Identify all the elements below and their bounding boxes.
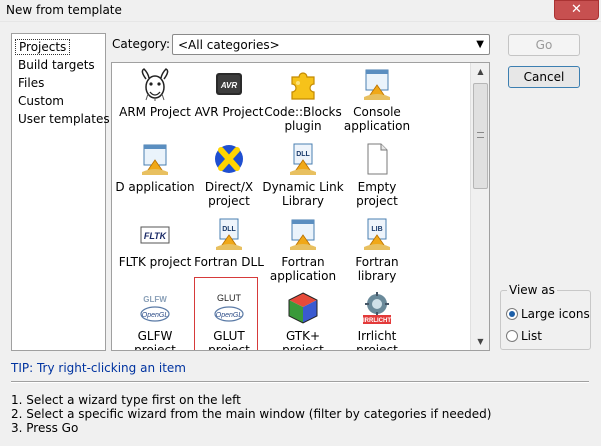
template-avr-project[interactable]: AVR AVR Project bbox=[191, 67, 265, 137]
dll-icon: DLL bbox=[216, 218, 242, 250]
category-label: Category: bbox=[112, 37, 170, 51]
template-fortran-application[interactable]: Fortran application bbox=[265, 217, 339, 287]
template-label: ARM Project bbox=[119, 105, 191, 119]
template-label-line1: GLFW bbox=[137, 329, 173, 343]
irrlicht-icon-text: IRRLICHT bbox=[363, 318, 391, 324]
irrlicht-icon: IRRLICHT bbox=[363, 292, 391, 324]
template-d-application[interactable]: D application bbox=[115, 142, 195, 212]
template-label-line1: Irrlicht bbox=[357, 329, 397, 343]
grip-icon bbox=[477, 132, 484, 138]
fltk-icon-text: FLTK bbox=[144, 231, 168, 241]
list-label[interactable]: List bbox=[521, 329, 542, 343]
wizard-type-list[interactable]: Projects Build targets Files Custom User… bbox=[11, 33, 110, 351]
template-label-line2: project bbox=[134, 343, 176, 351]
wizard-type-user-templates[interactable]: User templates bbox=[15, 111, 113, 127]
scroll-up-icon[interactable]: ▲ bbox=[471, 63, 490, 80]
console-app-icon bbox=[364, 69, 390, 100]
template-label: D application bbox=[115, 180, 195, 194]
wizard-type-build-targets[interactable]: Build targets bbox=[15, 57, 98, 73]
instruction-line-3: 3. Press Go bbox=[11, 421, 79, 435]
cancel-button[interactable]: Cancel bbox=[508, 66, 580, 88]
category-select[interactable]: <All categories> ▼ bbox=[172, 34, 490, 55]
template-label-line1: Console bbox=[353, 105, 401, 119]
template-label-line1: Dynamic Link bbox=[262, 180, 344, 194]
template-dynamic-link-library[interactable]: DLL Dynamic Link Library bbox=[262, 142, 344, 212]
puzzle-piece-icon bbox=[291, 72, 315, 100]
template-label-line1: Code::Blocks bbox=[264, 105, 342, 119]
template-fortran-library[interactable]: LIB Fortran library bbox=[339, 217, 413, 287]
template-directx-project[interactable]: Direct/X project bbox=[191, 142, 265, 212]
template-gtk-project[interactable]: GTK+ project bbox=[265, 291, 339, 350]
view-as-group: View as Large icons List bbox=[500, 283, 591, 350]
template-label: AVR Project bbox=[194, 105, 264, 119]
gnu-head-icon bbox=[141, 68, 169, 101]
title-bar: New from template ✕ bbox=[0, 0, 601, 22]
lib-icon: LIB bbox=[364, 218, 390, 250]
template-label-line2: plugin bbox=[284, 119, 322, 133]
template-label-line2: project bbox=[356, 194, 398, 208]
template-label: FLTK project bbox=[118, 255, 192, 269]
gtk-cube-icon bbox=[288, 292, 318, 324]
fltk-icon: FLTK bbox=[140, 226, 170, 244]
template-grid-scrollbar[interactable]: ▲ ▼ bbox=[470, 63, 489, 350]
window-title: New from template bbox=[6, 3, 122, 17]
template-label: Fortran DLL bbox=[194, 255, 264, 269]
template-empty-project[interactable]: Empty project bbox=[339, 142, 413, 212]
list-radio[interactable] bbox=[506, 330, 518, 342]
view-as-title: View as bbox=[507, 283, 557, 297]
empty-file-icon bbox=[367, 143, 388, 175]
selected-template-highlight bbox=[194, 277, 258, 350]
glfw-icon-text: GLFW bbox=[143, 295, 167, 304]
template-console-application[interactable]: Console application bbox=[339, 67, 413, 137]
template-label-line1: Direct/X bbox=[204, 180, 254, 194]
dll-icon-text: DLL bbox=[296, 151, 310, 158]
lib-icon-text: LIB bbox=[371, 226, 382, 233]
template-codeblocks-plugin[interactable]: Code::Blocks plugin bbox=[264, 67, 342, 137]
wizard-type-files[interactable]: Files bbox=[15, 75, 47, 91]
divider bbox=[11, 381, 589, 383]
scroll-down-icon[interactable]: ▼ bbox=[471, 333, 490, 350]
go-button[interactable]: Go bbox=[508, 34, 580, 56]
dll-icon-text: DLL bbox=[222, 226, 236, 233]
wizard-type-projects[interactable]: Projects bbox=[15, 39, 71, 55]
template-label-line2: project bbox=[356, 343, 398, 351]
glfw-opengl-icon: GLFW OpenGL bbox=[140, 295, 170, 322]
template-label-line1: Fortran bbox=[355, 255, 399, 269]
template-label-line1: Empty bbox=[357, 180, 397, 194]
template-label-line2: Library bbox=[282, 194, 324, 208]
dll-icon: DLL bbox=[290, 143, 316, 175]
directx-icon bbox=[215, 145, 243, 173]
window-app-icon bbox=[290, 219, 316, 250]
template-glfw-project[interactable]: GLFW OpenGL GLFW project bbox=[117, 291, 191, 350]
category-select-value: <All categories> bbox=[178, 38, 280, 52]
chevron-down-icon: ▼ bbox=[476, 39, 484, 50]
instruction-line-2: 2. Select a specific wizard from the mai… bbox=[11, 407, 492, 421]
template-irrlicht-project[interactable]: IRRLICHT Irrlicht project bbox=[339, 291, 413, 350]
template-arm-project[interactable]: ARM Project bbox=[117, 67, 191, 137]
window-app-icon bbox=[142, 144, 168, 175]
wizard-type-custom[interactable]: Custom bbox=[15, 93, 67, 109]
large-icons-label[interactable]: Large icons bbox=[521, 307, 590, 321]
tip-text: TIP: Try right-clicking an item bbox=[11, 361, 186, 375]
avr-chip-text: AVR bbox=[220, 81, 238, 90]
large-icons-radio[interactable] bbox=[506, 308, 518, 320]
avr-chip-icon: AVR bbox=[216, 73, 242, 95]
template-label-line2: project bbox=[208, 194, 250, 208]
template-fltk-project[interactable]: FLTK FLTK project bbox=[117, 217, 191, 287]
close-button[interactable]: ✕ bbox=[554, 0, 599, 20]
template-grid[interactable]: ARM Project AVR AVR Project Code::Blocks… bbox=[111, 62, 490, 351]
instruction-line-1: 1. Select a wizard type first on the lef… bbox=[11, 393, 241, 407]
opengl-icon-text: OpenGL bbox=[142, 312, 169, 319]
template-label-line2: application bbox=[343, 119, 411, 133]
template-label-line2: library bbox=[357, 269, 397, 283]
template-label-line1: GTK+ bbox=[285, 329, 321, 343]
close-icon: ✕ bbox=[571, 2, 582, 17]
template-label-line2: project bbox=[282, 343, 324, 351]
template-label-line1: Fortran bbox=[281, 255, 325, 269]
scrollbar-thumb[interactable] bbox=[473, 83, 488, 189]
template-label-line2: application bbox=[269, 269, 337, 283]
